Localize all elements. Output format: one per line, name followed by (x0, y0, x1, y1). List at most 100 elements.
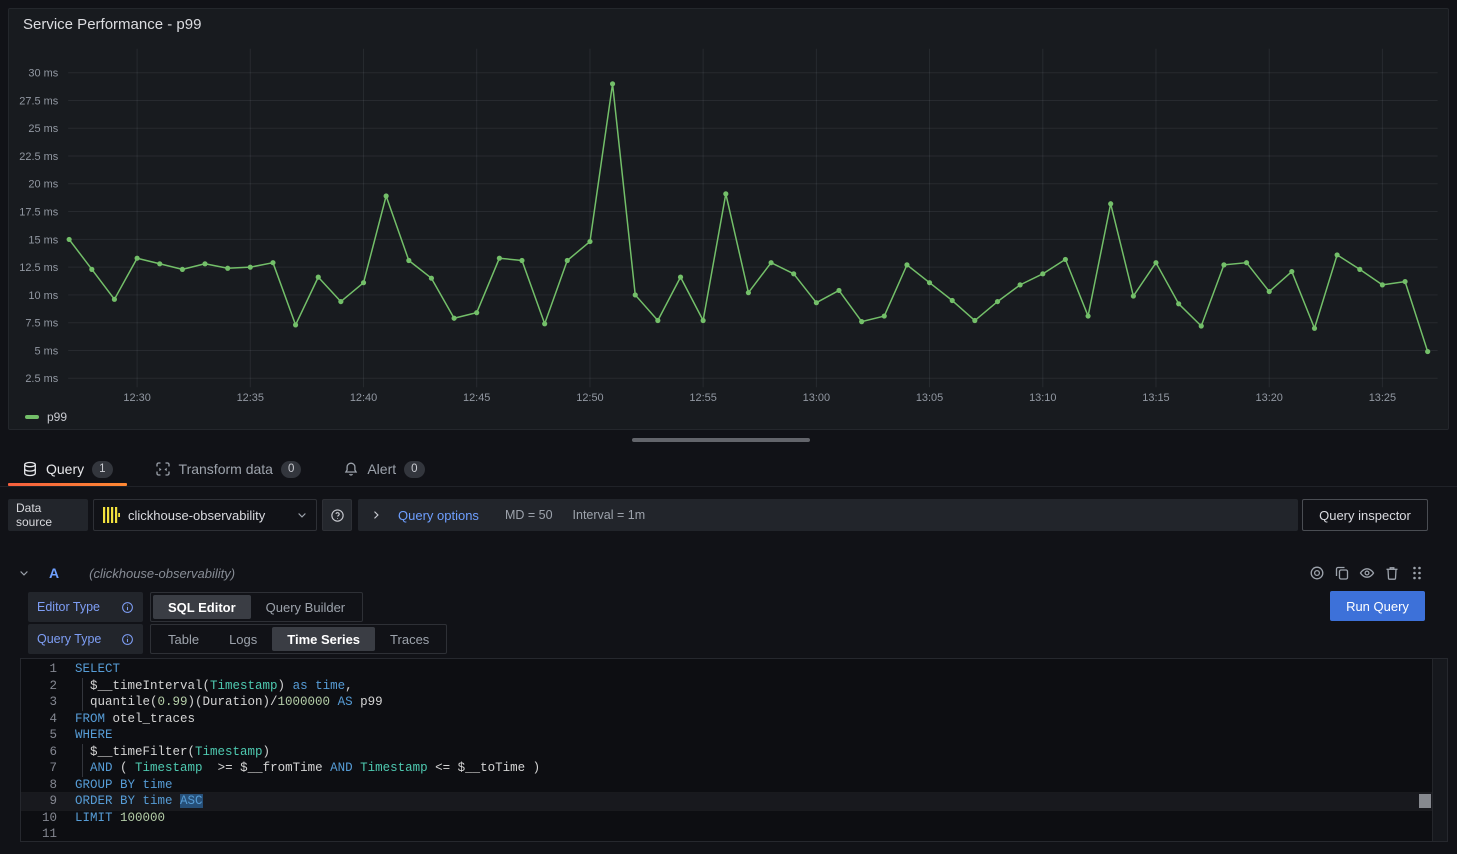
svg-text:13:00: 13:00 (803, 392, 830, 404)
query-type-option-traces[interactable]: Traces (375, 627, 444, 651)
line-number: 7 (21, 760, 57, 777)
svg-text:25 ms: 25 ms (28, 123, 58, 135)
query-options-link: Query options (398, 508, 479, 523)
drag-handle-grip-icon[interactable] (1409, 565, 1425, 581)
database-icon (22, 461, 38, 477)
line-number: 6 (21, 744, 57, 761)
duplicate-query-icon[interactable] (1334, 565, 1350, 581)
tab-alert-badge: 0 (404, 461, 424, 478)
line-number: 5 (21, 727, 57, 744)
chevron-right-icon (370, 509, 382, 521)
svg-text:12:35: 12:35 (237, 392, 264, 404)
info-icon[interactable] (121, 601, 134, 614)
query-inspector-button[interactable]: Query inspector (1302, 499, 1428, 531)
code-line: 9ORDER BY time ASC (21, 793, 1447, 810)
legend-item-p99[interactable]: p99 (25, 410, 67, 424)
svg-text:7.5 ms: 7.5 ms (25, 318, 58, 330)
editor-type-row: Editor Type SQL Editor Query Builder (28, 592, 363, 622)
code-lines: 1SELECT2 $__timeInterval(Timestamp) as t… (21, 661, 1447, 843)
transform-icon (155, 461, 171, 477)
hide-response-eye-icon[interactable] (1359, 565, 1375, 581)
svg-text:30 ms: 30 ms (28, 68, 58, 80)
code-line: 11 (21, 826, 1447, 843)
run-query-button[interactable]: Run Query (1330, 591, 1425, 621)
svg-text:13:05: 13:05 (916, 392, 943, 404)
editor-tabs: Query 1 Transform data 0 A (8, 452, 1449, 486)
svg-text:12:50: 12:50 (576, 392, 603, 404)
svg-text:12:45: 12:45 (463, 392, 490, 404)
query-row-header: A (clickhouse-observability) (8, 556, 1449, 590)
code-line: 6 $__timeFilter(Timestamp) (21, 744, 1447, 761)
grafana-panel-edit-page: Service Performance - p99 2.5 ms5 ms7.5 … (0, 0, 1457, 854)
code-line: 3 quantile(0.99)(Duration)/1000000 AS p9… (21, 694, 1447, 711)
svg-text:13:15: 13:15 (1142, 392, 1169, 404)
tab-query[interactable]: Query 1 (8, 452, 127, 486)
svg-text:12:40: 12:40 (350, 392, 377, 404)
chevron-down-icon (296, 509, 308, 521)
datasource-label: Data source (8, 499, 88, 531)
collapse-chevron-icon[interactable] (18, 567, 30, 579)
horizontal-scrollbar-thumb[interactable] (632, 438, 810, 442)
delete-query-trash-icon[interactable] (1384, 565, 1400, 581)
tab-alert[interactable]: Alert 0 (329, 452, 438, 486)
svg-text:17.5 ms: 17.5 ms (19, 207, 58, 219)
line-number: 1 (21, 661, 57, 678)
sql-code-editor[interactable]: 1SELECT2 $__timeInterval(Timestamp) as t… (20, 658, 1448, 842)
code-line: 2 $__timeInterval(Timestamp) as time, (21, 678, 1447, 695)
svg-text:12.5 ms: 12.5 ms (19, 262, 58, 274)
query-options-toggle[interactable]: Query options MD = 50 Interval = 1m (358, 499, 1298, 531)
query-type-option-logs[interactable]: Logs (214, 627, 272, 651)
code-line: 10LIMIT 100000 (21, 810, 1447, 827)
query-type-switcher: Table Logs Time Series Traces (150, 624, 447, 654)
bell-icon (343, 461, 359, 477)
svg-text:13:20: 13:20 (1256, 392, 1283, 404)
tab-query-label: Query (46, 461, 84, 477)
query-row-actions (1309, 565, 1425, 581)
editor-type-option-sql-editor[interactable]: SQL Editor (153, 595, 251, 619)
svg-text:13:25: 13:25 (1369, 392, 1396, 404)
line-number: 3 (21, 694, 57, 711)
svg-text:10 ms: 10 ms (28, 290, 58, 302)
query-toolbar: Data source clickhouse-observability (8, 499, 1449, 531)
datasource-name: clickhouse-observability (128, 508, 265, 523)
line-number: 2 (21, 678, 57, 695)
time-series-panel: Service Performance - p99 2.5 ms5 ms7.5 … (8, 8, 1449, 430)
panel-title: Service Performance - p99 (23, 16, 201, 33)
editor-type-option-query-builder[interactable]: Query Builder (251, 595, 360, 619)
svg-text:5 ms: 5 ms (34, 345, 58, 357)
line-number: 11 (21, 826, 57, 843)
query-ref-id[interactable]: A (49, 565, 59, 581)
tab-transform-data[interactable]: Transform data 0 (141, 452, 316, 486)
clickhouse-logo-icon (102, 506, 120, 524)
svg-text:22.5 ms: 22.5 ms (19, 151, 58, 163)
svg-text:15 ms: 15 ms (28, 234, 58, 246)
datasource-help-button[interactable] (322, 499, 352, 531)
time-series-chart[interactable]: 2.5 ms5 ms7.5 ms10 ms12.5 ms15 ms17.5 ms… (9, 9, 1448, 429)
editor-scrollbar-track[interactable] (1432, 659, 1447, 841)
query-type-option-time-series[interactable]: Time Series (272, 627, 375, 651)
code-line: 7 AND ( Timestamp >= $__fromTime AND Tim… (21, 760, 1447, 777)
query-type-option-table[interactable]: Table (153, 627, 214, 651)
svg-text:20 ms: 20 ms (28, 179, 58, 191)
svg-text:12:30: 12:30 (123, 392, 150, 404)
tab-transform-badge: 0 (281, 461, 301, 478)
code-line: 5WHERE (21, 727, 1447, 744)
query-options-interval: Interval = 1m (573, 508, 646, 522)
line-number: 9 (21, 793, 57, 810)
code-line: 1SELECT (21, 661, 1447, 678)
line-number: 8 (21, 777, 57, 794)
editor-type-label: Editor Type (28, 592, 143, 622)
disable-query-icon[interactable] (1309, 565, 1325, 581)
query-type-row: Query Type Table Logs Time Series Traces (28, 624, 447, 654)
svg-text:13:10: 13:10 (1029, 392, 1056, 404)
svg-text:27.5 ms: 27.5 ms (19, 95, 58, 107)
tab-transform-label: Transform data (179, 461, 273, 477)
tabs-divider (0, 486, 1457, 487)
tab-query-badge: 1 (92, 461, 112, 478)
info-icon[interactable] (121, 633, 134, 646)
line-number: 10 (21, 810, 57, 827)
query-options-md: MD = 50 (505, 508, 553, 522)
datasource-picker[interactable]: clickhouse-observability (93, 499, 317, 531)
legend-label: p99 (47, 410, 67, 424)
legend-swatch (25, 415, 39, 419)
